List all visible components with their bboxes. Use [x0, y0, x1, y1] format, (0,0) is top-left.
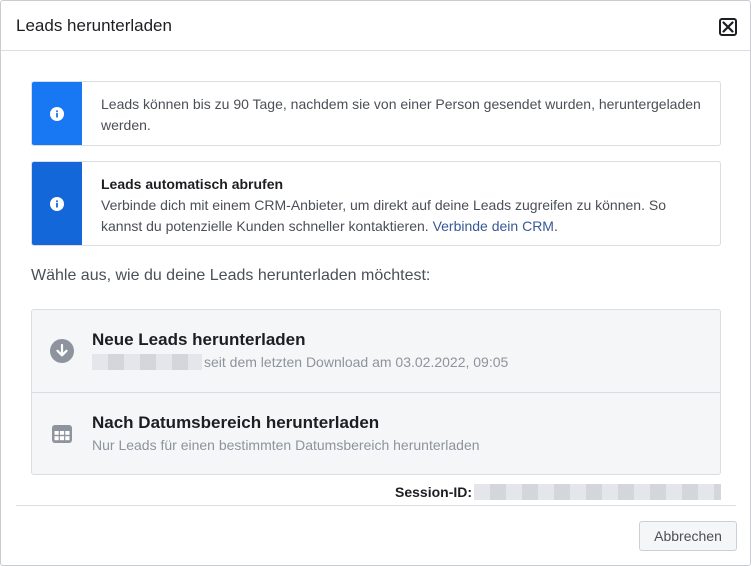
option-subtitle: seit dem letzten Download am 03.02.2022,…	[92, 354, 508, 370]
connect-crm-link[interactable]: Verbinde dein CRM	[433, 218, 554, 234]
option-subtitle: Nur Leads für einen bestimmten Datumsber…	[92, 437, 480, 453]
crm-link-suffix: .	[553, 218, 558, 234]
notice-stripe	[32, 162, 82, 245]
crm-notice-heading: Leads automatisch abrufen	[101, 176, 284, 192]
crm-notice-text: Leads automatisch abrufen Verbinde dich …	[101, 174, 708, 237]
close-button[interactable]	[719, 18, 737, 36]
redacted-count	[92, 354, 202, 370]
notice-stripe	[32, 82, 82, 145]
retention-notice: Leads können bis zu 90 Tage, nachdem sie…	[31, 81, 721, 146]
retention-notice-text: Leads können bis zu 90 Tage, nachdem sie…	[101, 96, 701, 133]
crm-notice-body: Verbinde dich mit einem CRM-Anbieter, um…	[101, 197, 666, 234]
download-arrow-icon	[49, 338, 75, 364]
option-subtitle-text: seit dem letzten Download am 03.02.2022,…	[204, 354, 509, 370]
calendar-icon	[49, 421, 75, 447]
crm-notice: Leads automatisch abrufen Verbinde dich …	[31, 161, 721, 246]
close-icon	[722, 21, 734, 33]
footer-divider	[16, 505, 736, 506]
redacted-session-id	[474, 484, 722, 500]
download-method-prompt: Wähle aus, wie du deine Leads herunterla…	[31, 267, 431, 284]
option-title: Nach Datumsbereich herunterladen	[92, 413, 380, 432]
info-icon	[50, 196, 64, 211]
dialog-title: Leads herunterladen	[16, 16, 172, 35]
info-icon	[50, 106, 64, 121]
cancel-button[interactable]: Abbrechen	[639, 521, 737, 551]
download-leads-dialog: Leads herunterladen Leads können bis zu …	[0, 0, 751, 566]
session-id-label: Session-ID:	[395, 484, 473, 500]
download-options-list: Neue Leads herunterladen seit dem letzte…	[31, 309, 721, 475]
download-by-date-range-option[interactable]: Nach Datumsbereich herunterladen Nur Lea…	[32, 392, 720, 474]
dialog-header: Leads herunterladen	[1, 1, 750, 51]
download-new-leads-option[interactable]: Neue Leads herunterladen seit dem letzte…	[32, 310, 720, 392]
session-id: Session-ID:	[395, 484, 723, 500]
option-title: Neue Leads herunterladen	[92, 330, 306, 349]
